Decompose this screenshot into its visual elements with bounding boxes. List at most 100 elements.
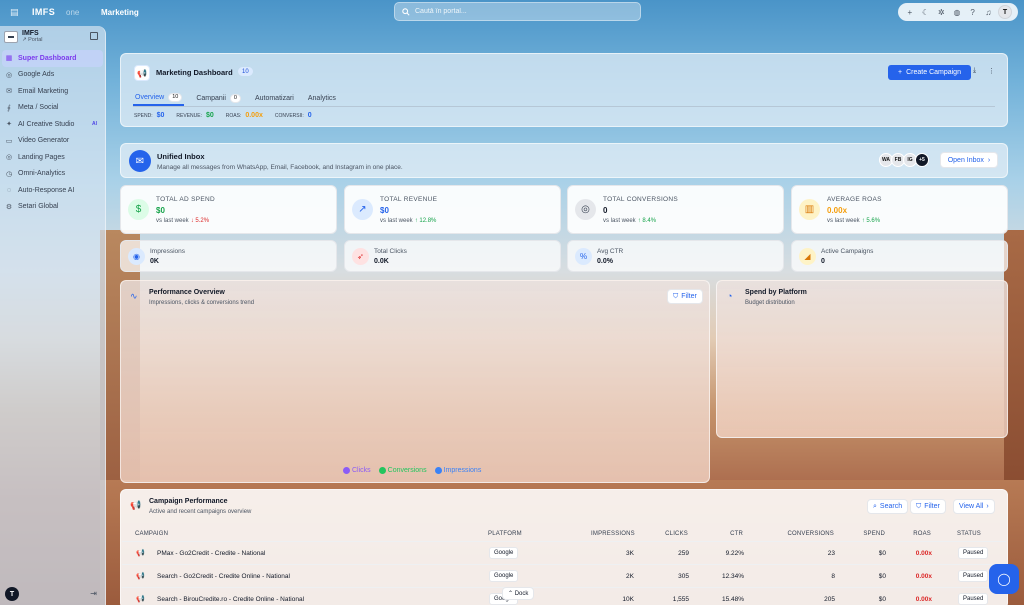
video-icon: ▭	[5, 137, 13, 145]
settings-icon[interactable]: ✲	[935, 8, 947, 17]
plus-icon: +	[898, 69, 903, 76]
table-subtitle: Active and recent campaigns overview	[149, 509, 252, 515]
portal-logo-icon	[4, 31, 18, 43]
sidebar-item-label: Google Ads	[18, 71, 55, 79]
legend-item[interactable]: Conversions	[378, 467, 427, 474]
sidebar-item[interactable]: ◌ Auto-Response AI	[2, 182, 103, 199]
kpi-value: 0.00x	[245, 112, 263, 119]
stat-icon: ↗	[352, 199, 373, 220]
view-all-label: View All	[959, 503, 984, 510]
mini-stat-icon: ➶	[352, 248, 369, 265]
mini-stat-label: Impressions	[150, 248, 186, 255]
sidebar-item[interactable]: ⚙ Setari Global	[2, 199, 103, 216]
tab[interactable]: Overview 10	[133, 90, 185, 106]
user-avatar[interactable]: T	[998, 5, 1013, 19]
app-brand: IMFS	[32, 7, 56, 17]
plus-icon[interactable]: +	[904, 8, 916, 17]
breadcrumb[interactable]: Marketing	[101, 8, 139, 17]
stat-trend-value: ↑ 8.4%	[637, 218, 657, 224]
legend-label: Clicks	[352, 467, 371, 474]
sidebar-item[interactable]: ▭ Video Generator	[2, 133, 103, 150]
sidebar-item[interactable]: ∮ Meta / Social	[2, 100, 103, 117]
cell-spend: $0	[878, 573, 886, 580]
legend-label: Impressions	[443, 467, 482, 474]
tab[interactable]: Analytics	[306, 90, 338, 106]
chart-filter-button[interactable]: ⛉ Filter	[667, 289, 703, 304]
cell-campaign[interactable]: PMax - Go2Credit - Credite - National	[157, 550, 265, 557]
kpi-item: CONVERSII: 0	[275, 112, 312, 119]
logout-icon[interactable]: ⇥	[90, 589, 97, 598]
stat-trend-value: ↑ 12.8%	[414, 218, 437, 224]
menu-icon[interactable]: ▤	[10, 7, 19, 18]
dock-toggle[interactable]: ⌃ Dock	[502, 587, 535, 600]
megaphone-icon: 📢	[134, 65, 150, 81]
search-label: Search	[879, 503, 903, 510]
user-avatar-sidebar[interactable]: T	[5, 587, 19, 601]
table-search-button[interactable]: ⌕ Search	[867, 499, 909, 514]
sidebar-item[interactable]: ✉ Email Marketing	[2, 83, 103, 100]
legend-swatch	[378, 467, 386, 474]
table-header[interactable]: CONVERSIONS	[781, 531, 834, 537]
sidebar-item-label: Landing Pages	[18, 153, 65, 161]
table-header[interactable]: CTR	[711, 531, 743, 537]
table-header[interactable]: ROAS	[911, 531, 931, 537]
bell-icon[interactable]: ♫	[982, 8, 994, 17]
stat-label: TOTAL AD SPEND	[156, 196, 215, 203]
legend-item[interactable]: Clicks	[343, 467, 371, 474]
mini-stat-value: 0.0%	[597, 258, 613, 265]
filter-icon: ⛉	[673, 292, 679, 300]
table-row[interactable]: 📢 Search - Go2Credit - Credite Online - N…	[122, 564, 1006, 587]
open-inbox-button[interactable]: Open Inbox ›	[940, 152, 998, 168]
tab[interactable]: Automatizari	[253, 90, 296, 106]
sidebar-item[interactable]: ◎ Landing Pages	[2, 149, 103, 166]
stat-label: TOTAL REVENUE	[380, 196, 438, 203]
table-header[interactable]: CLICKS	[661, 531, 688, 537]
table-header[interactable]: SPEND	[853, 531, 885, 537]
campaign-icon: 📢	[136, 573, 145, 580]
tab[interactable]: Campanii 0	[194, 90, 243, 106]
sidebar-item[interactable]: ◷ Omni-Analytics	[2, 166, 103, 183]
mini-stat-label: Active Campaigns	[821, 248, 874, 255]
filter-label: Filter	[924, 503, 940, 510]
table-header[interactable]: IMPRESSIONS	[591, 531, 635, 537]
table-header[interactable]: PLATFORM	[488, 531, 522, 537]
create-campaign-button[interactable]: + Create Campaign	[888, 65, 971, 80]
gear-icon: ⚙	[5, 203, 13, 211]
sidebar-item-label: Meta / Social	[18, 104, 59, 112]
moon-icon[interactable]: ☾	[920, 8, 932, 17]
stat-value: $0	[156, 206, 165, 215]
help-icon[interactable]: ?	[967, 8, 979, 17]
sidebar-header: IMFS ↗ Portal	[0, 26, 105, 48]
table-header[interactable]: CAMPAIGN	[135, 531, 168, 537]
stat-label: TOTAL CONVERSIONS	[603, 196, 679, 203]
kpi-label: SPEND:	[134, 112, 153, 119]
sidebar-collapse-icon[interactable]	[90, 32, 98, 40]
mini-stat-card: ➶ Total Clicks 0.0K	[344, 240, 561, 272]
cell-campaign[interactable]: Search - Go2Credit - Credite Online - Na…	[157, 573, 290, 580]
tab-label: Automatizari	[254, 94, 294, 102]
table-filter-button[interactable]: ⛉ Filter	[910, 499, 946, 514]
cell-ctr: 9.22%	[725, 550, 744, 557]
table-header[interactable]: STATUS	[957, 531, 981, 537]
sidebar-item[interactable]: ▦ Super Dashboard	[2, 50, 103, 67]
sidebar-item[interactable]: ✦ AI Creative Studio AI	[2, 116, 103, 133]
chat-fab-button[interactable]: ◯	[989, 564, 1019, 594]
search-input[interactable]	[415, 8, 615, 15]
table-row[interactable]: 📢 PMax - Go2Credit - Credite - National Go…	[122, 541, 1006, 564]
legend-item[interactable]: Impressions	[434, 467, 482, 474]
legend-label: Conversions	[387, 467, 427, 474]
chevron-right-icon: ›	[986, 503, 989, 510]
cell-campaign[interactable]: Search - BirouCredite.ro - Credite Onlin…	[157, 596, 304, 603]
theme-icon[interactable]: ◍	[951, 8, 963, 17]
sidebar-subtitle: ↗ Portal	[22, 37, 43, 43]
cell-ctr: 12.34%	[721, 573, 744, 580]
kpi-value: 0	[307, 112, 312, 119]
search-icon: ⌕	[873, 502, 877, 510]
mini-stat-icon: %	[575, 248, 592, 265]
more-icon[interactable]: ⋮	[988, 67, 995, 75]
view-all-button[interactable]: View All ›	[953, 499, 995, 514]
download-icon[interactable]: ⤓	[973, 67, 976, 75]
table-row[interactable]: 📢 Search - BirouCredite.ro - Credite Onli…	[122, 587, 1006, 605]
stat-trend: vs last week ↓ 5.2%	[156, 218, 209, 224]
sidebar-item[interactable]: ◎ Google Ads	[2, 67, 103, 84]
